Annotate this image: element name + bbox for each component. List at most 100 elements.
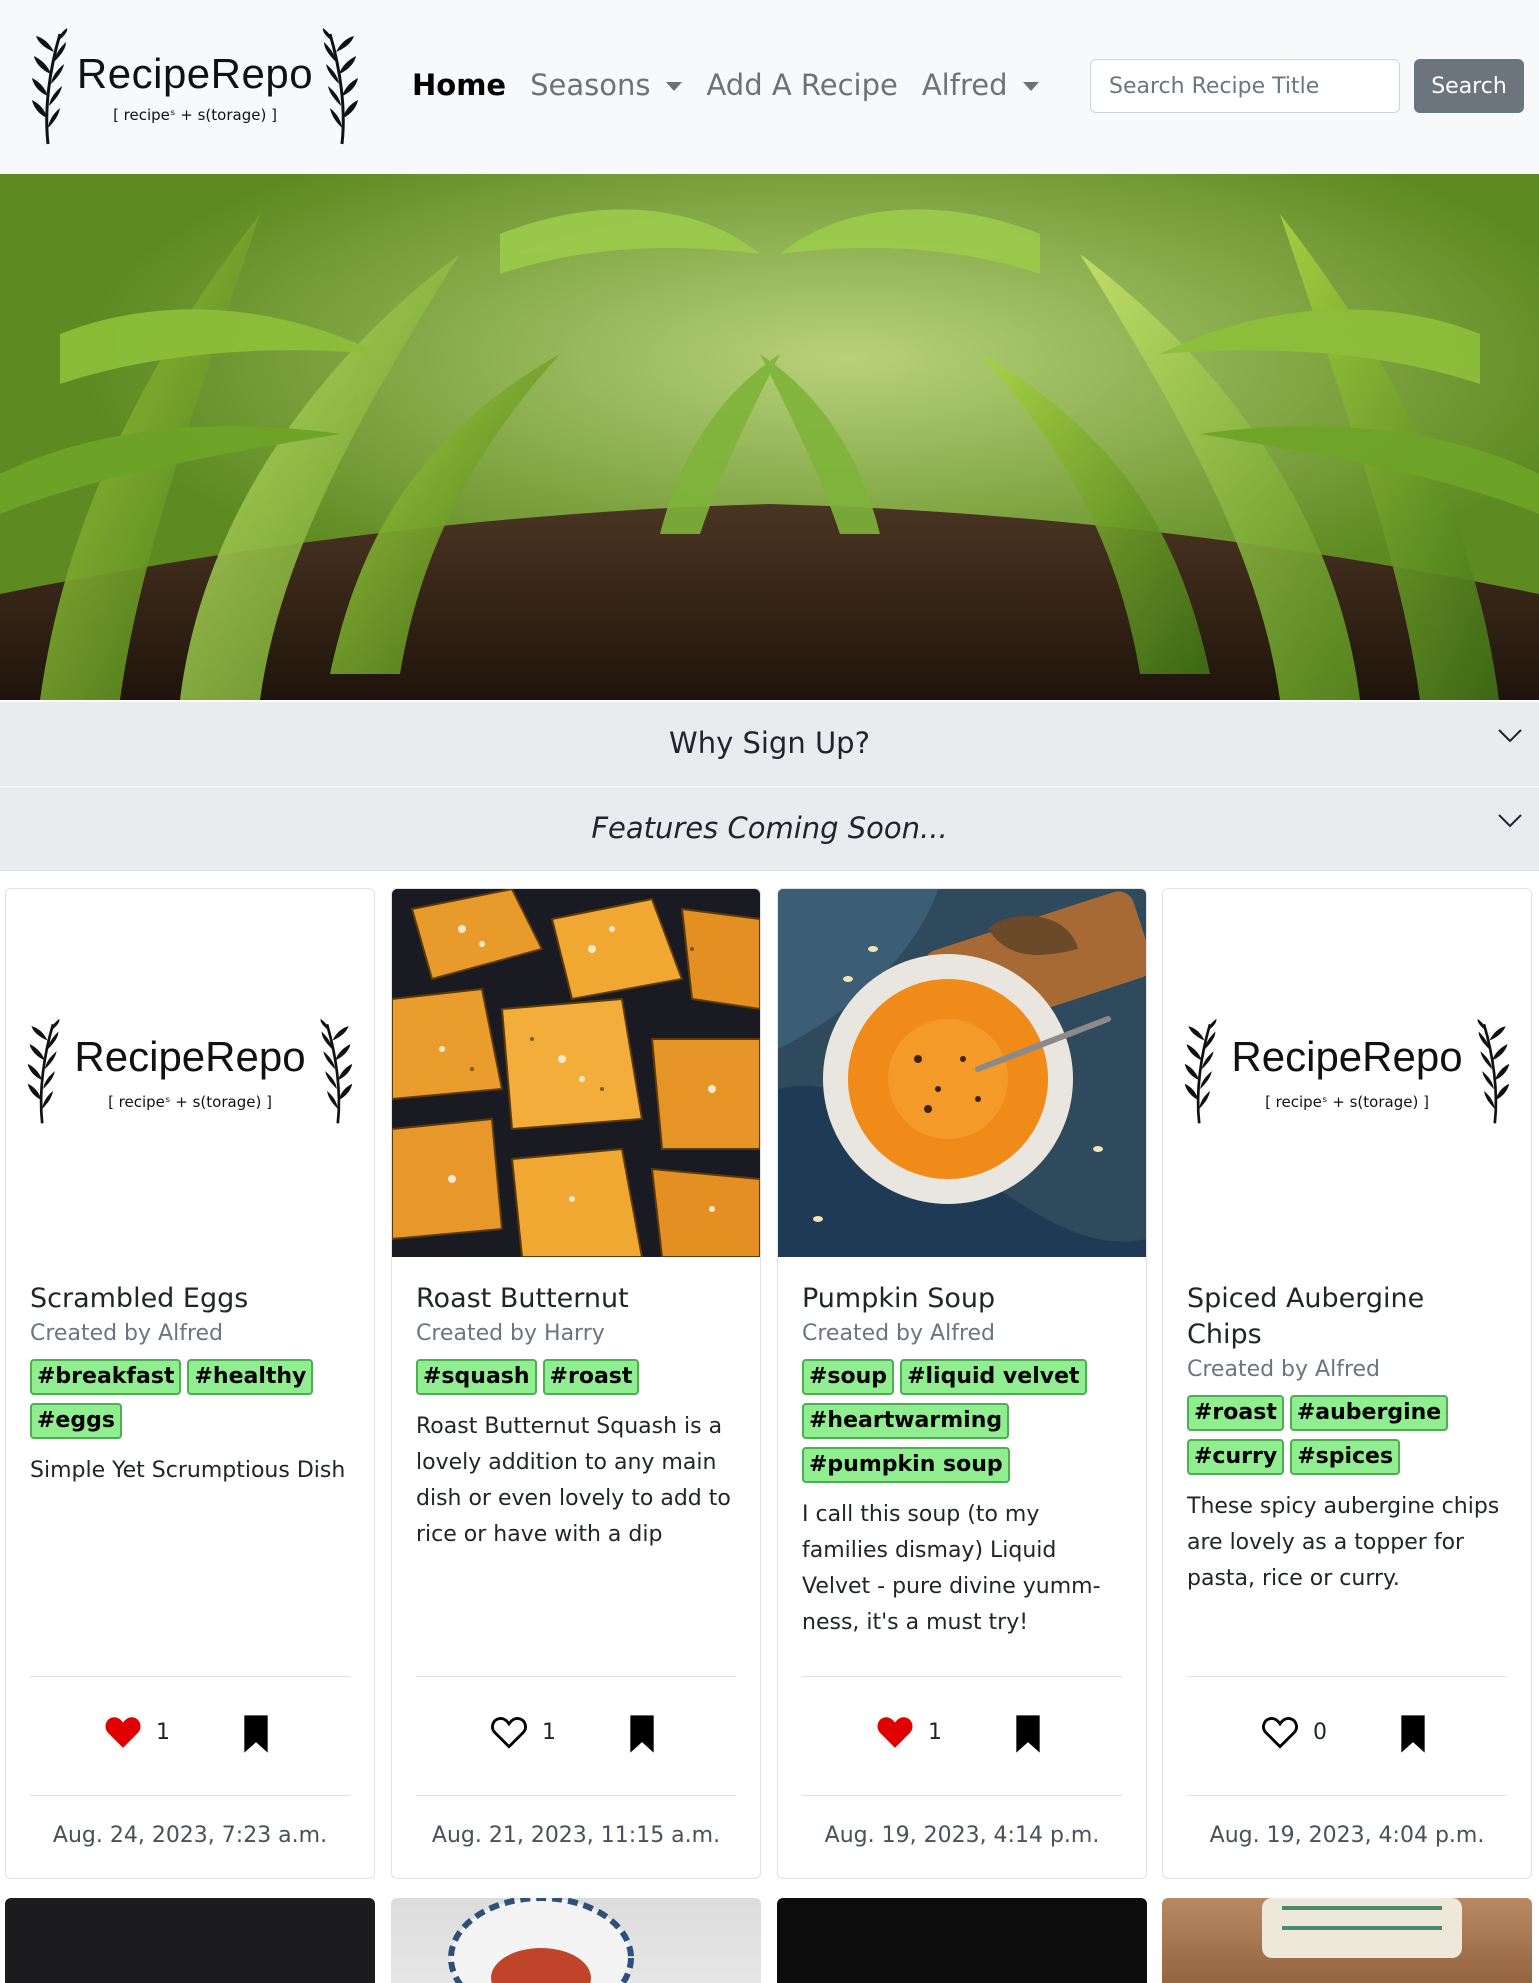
tag[interactable]: #curry	[1187, 1439, 1285, 1475]
nav-seasons-label: Seasons	[530, 68, 651, 102]
tag[interactable]: #eggs	[30, 1403, 122, 1439]
recipe-card[interactable]: RecipeRepo [ recipeˢ + s(torage) ] Scram…	[5, 888, 375, 1879]
laurel-right-icon	[322, 28, 358, 145]
tag[interactable]: #roast	[542, 1359, 640, 1395]
laurel-left-icon	[1184, 1018, 1217, 1124]
recipe-description: I call this soup (to my families dismay)…	[802, 1502, 1101, 1635]
card-body: Scrambled Eggs Created by Alfred #breakf…	[30, 1281, 350, 1489]
accordion-features-coming-soon[interactable]: Features Coming Soon...	[0, 787, 1539, 871]
nav-add-recipe[interactable]: Add A Recipe	[706, 68, 897, 102]
bookmark-icon	[244, 1715, 268, 1753]
tag-list: #soup #liquid velvet #heartwarming #pump…	[802, 1359, 1122, 1483]
tag[interactable]: #heartwarming	[802, 1403, 1010, 1439]
recipe-date: Aug. 19, 2023, 4:04 p.m.	[1209, 1823, 1485, 1848]
recipe-image-placeholder[interactable]: RecipeRepo [ recipeˢ + s(torage) ]	[1163, 889, 1531, 1257]
card-actions: 0	[1187, 1676, 1507, 1796]
recipe-date: Aug. 24, 2023, 7:23 a.m.	[52, 1823, 328, 1848]
card-body: Roast Butternut Created by Harry #squash…	[416, 1281, 736, 1553]
laurel-left-icon	[27, 1018, 60, 1124]
recipe-image-roast-butternut[interactable]	[392, 889, 760, 1257]
tag[interactable]: #pumpkin soup	[802, 1447, 1010, 1483]
search-input[interactable]	[1090, 59, 1400, 113]
recipe-title[interactable]: Spiced Aubergine Chips	[1187, 1281, 1507, 1353]
bookmark-icon	[1016, 1715, 1040, 1753]
brand-logo[interactable]: RecipeRepo [ recipeˢ + s(torage) ]	[30, 28, 360, 148]
recipe-title[interactable]: Roast Butternut	[416, 1281, 736, 1317]
bookmark-button[interactable]	[1014, 1715, 1042, 1757]
roast-butternut-illustration	[392, 889, 760, 1257]
heart-filled-icon	[877, 1717, 913, 1748]
recipe-image-placeholder[interactable]: RecipeRepo [ recipeˢ + s(torage) ]	[6, 889, 374, 1257]
tag[interactable]: #liquid velvet	[900, 1359, 1087, 1395]
caret-down-icon	[666, 81, 683, 91]
pumpkin-soup-illustration	[778, 889, 1146, 1257]
search-form: Search	[1090, 59, 1524, 113]
placeholder-brand-title: RecipeRepo	[1231, 1033, 1463, 1080]
recipe-title[interactable]: Scrambled Eggs	[30, 1281, 350, 1317]
card-body: Spiced Aubergine Chips Created by Alfred…	[1187, 1281, 1507, 1597]
tag[interactable]: #roast	[1187, 1395, 1284, 1431]
hero-cornfield-illustration	[0, 174, 1539, 700]
recipe-card[interactable]: Pumpkin Soup Created by Alfred #soup #li…	[777, 888, 1147, 1879]
recipe-card[interactable]: Roast Butternut Created by Harry #squash…	[391, 888, 761, 1879]
accordion-why-sign-up[interactable]: Why Sign Up?	[0, 702, 1539, 786]
search-button[interactable]: Search	[1414, 59, 1524, 113]
placeholder-brand-subtitle: [ recipeˢ + s(torage) ]	[108, 1093, 272, 1111]
tag[interactable]: #breakfast	[30, 1359, 182, 1395]
tag[interactable]: #squash	[416, 1359, 537, 1395]
laurel-left-icon	[32, 28, 68, 145]
recipe-card-partial[interactable]	[777, 1898, 1147, 1983]
recipe-author: Created by Harry	[416, 1321, 605, 1346]
like-button[interactable]: 0	[1261, 1715, 1327, 1749]
placeholder-brand-subtitle: [ recipeˢ + s(torage) ]	[1265, 1093, 1429, 1111]
recipe-title[interactable]: Pumpkin Soup	[802, 1281, 1122, 1317]
like-count: 1	[542, 1719, 556, 1745]
caret-down-icon	[1023, 81, 1040, 91]
recipe-card-partial[interactable]	[5, 1898, 375, 1983]
bookmark-icon	[630, 1715, 654, 1753]
heart-outline-icon	[491, 1717, 527, 1749]
tag-list: #breakfast #healthy #eggs	[30, 1359, 350, 1439]
like-button[interactable]: 1	[104, 1715, 170, 1749]
chevron-down-icon	[1498, 729, 1522, 743]
recipe-date: Aug. 19, 2023, 4:14 p.m.	[824, 1823, 1100, 1848]
recipe-description: Roast Butternut Squash is a lovely addit…	[416, 1414, 731, 1547]
nav-seasons-dropdown[interactable]: Seasons	[530, 68, 683, 102]
partial-image-illustration	[448, 1898, 634, 1983]
recipe-author: Created by Alfred	[1187, 1357, 1381, 1382]
bookmark-button[interactable]	[242, 1715, 270, 1757]
nav-links: Home Seasons Add A Recipe Alfred	[412, 68, 1063, 102]
nav-user-label: Alfred	[921, 68, 1008, 102]
nav-home[interactable]: Home	[412, 68, 506, 102]
bookmark-button[interactable]	[628, 1715, 656, 1757]
brand-title: RecipeRepo	[76, 50, 314, 97]
tag[interactable]: #aubergine	[1289, 1395, 1449, 1431]
card-actions: 1	[802, 1676, 1122, 1796]
card-body: Pumpkin Soup Created by Alfred #soup #li…	[802, 1281, 1122, 1641]
recipe-author: Created by Alfred	[802, 1321, 996, 1346]
recipe-card-partial[interactable]	[1162, 1898, 1532, 1983]
bookmark-button[interactable]	[1399, 1715, 1427, 1757]
recipe-card-partial[interactable]	[391, 1898, 761, 1983]
recipe-card[interactable]: RecipeRepo [ recipeˢ + s(torage) ] Spice…	[1162, 888, 1532, 1879]
chevron-down-icon	[1498, 814, 1522, 828]
accordion-title: Why Sign Up?	[669, 726, 870, 760]
like-button[interactable]: 1	[490, 1715, 556, 1749]
recipe-image-pumpkin-soup[interactable]	[778, 889, 1146, 1257]
navbar: RecipeRepo [ recipeˢ + s(torage) ] Home …	[0, 0, 1539, 174]
like-count: 1	[928, 1719, 942, 1745]
tag[interactable]: #spices	[1290, 1439, 1401, 1475]
nav-user-dropdown[interactable]: Alfred	[922, 68, 1040, 102]
accordion-title: Features Coming Soon...	[591, 811, 948, 845]
heart-filled-icon	[105, 1717, 141, 1748]
recipe-date: Aug. 21, 2023, 11:15 a.m.	[431, 1823, 721, 1848]
recipe-description: Simple Yet Scrumptious Dish	[30, 1458, 346, 1483]
hero-image	[0, 174, 1539, 700]
like-count: 0	[1313, 1719, 1327, 1745]
recipe-description: These spicy aubergine chips are lovely a…	[1187, 1494, 1500, 1591]
tag[interactable]: #healthy	[187, 1359, 314, 1395]
tag-list: #squash #roast	[416, 1359, 736, 1395]
like-button[interactable]: 1	[876, 1715, 942, 1749]
tag-list: #roast #aubergine #curry #spices	[1187, 1395, 1507, 1475]
tag[interactable]: #soup	[802, 1359, 895, 1395]
